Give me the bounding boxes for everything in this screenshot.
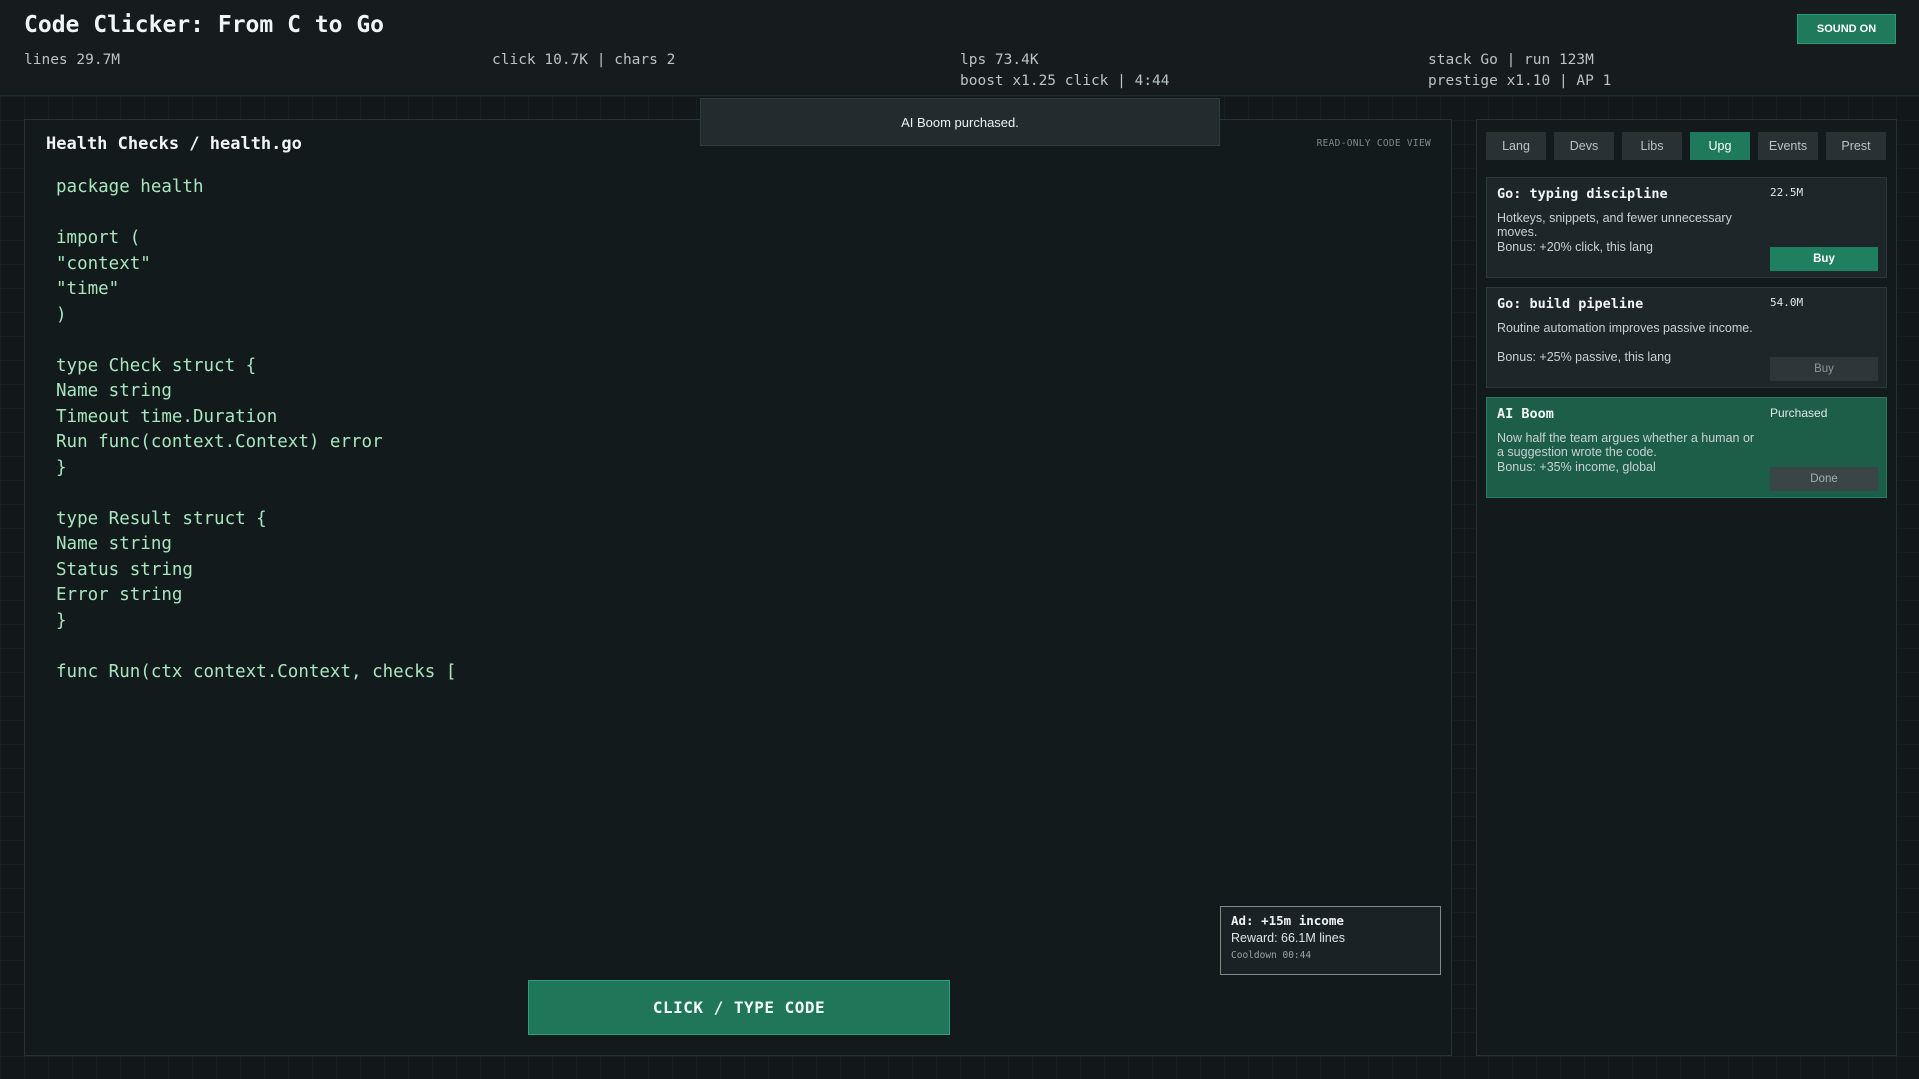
game-title: Code Clicker: From C to Go (24, 12, 385, 38)
code-line: "time" (56, 279, 120, 299)
upgrade-title: Go: typing discipline (1497, 186, 1668, 202)
ad-reward: Reward: 66.1M lines (1231, 931, 1345, 945)
prestige-stat: prestige x1.10 | AP 1 (1428, 73, 1612, 89)
code-line: func Run(ctx context.Context, checks [ (56, 661, 457, 682)
code-line: Name string (56, 534, 172, 554)
lines-stat: lines 29.7M (24, 52, 121, 68)
code-line: Error string (56, 585, 183, 605)
code-line: Name string (56, 381, 172, 401)
code-line: type Check struct { (56, 355, 257, 376)
code-line: type Result struct { (56, 508, 267, 529)
upgrade-card: Go: build pipeline Routine automation imp… (1486, 287, 1887, 388)
readonly-label: READ-ONLY CODE VIEW (1316, 138, 1431, 149)
upgrade-description: Hotkeys, snippets, and fewer unnecessary… (1497, 211, 1732, 239)
upgrade-title: Go: build pipeline (1497, 296, 1644, 312)
code-line: Timeout time.Duration (56, 406, 278, 427)
tab-devs[interactable]: Devs (1554, 132, 1614, 160)
code-line: Run func(context.Context) error (56, 432, 383, 452)
stack-run-stat: stack Go | run 123M (1428, 52, 1594, 68)
upgrade-cost: 22.5M (1770, 186, 1804, 199)
top-bar: Code Clicker: From C to Go lines 29.7M c… (0, 0, 1919, 96)
code-line: package health (56, 177, 204, 197)
lps-stat: lps 73.4K (960, 52, 1039, 68)
code-line: Status string (56, 559, 193, 580)
code-line: "context" (56, 253, 151, 274)
upgrade-title: AI Boom (1497, 406, 1554, 422)
tab-upg[interactable]: Upg (1690, 132, 1750, 160)
code-line: } (56, 610, 67, 631)
tab-libs[interactable]: Libs (1622, 132, 1682, 160)
ad-title: Ad: +15m income (1231, 913, 1344, 928)
code-editor-panel: Health Checks / health.go READ-ONLY CODE… (24, 119, 1452, 1056)
ad-cooldown: Cooldown 00:44 (1231, 950, 1312, 961)
shop-panel: Lang Devs Libs Upg Events Prest Go: typing di… (1476, 119, 1897, 1056)
upgrade-description: Now half the team argues whether a human… (1497, 431, 1755, 459)
upgrade-buy-button[interactable]: Buy (1770, 247, 1878, 271)
upgrade-bonus: Bonus: +35% income, global (1497, 460, 1656, 474)
upgrade-bonus: Bonus: +20% click, this lang (1497, 240, 1653, 254)
click-chars-stat: click 10.7K | chars 2 (492, 52, 676, 68)
upgrade-description: Routine automation improves passive inco… (1497, 321, 1753, 335)
sound-toggle-button[interactable]: SOUND ON (1797, 14, 1896, 44)
tab-events[interactable]: Events (1758, 132, 1818, 160)
code-line: } (56, 457, 67, 478)
code-view: package health import ( "context" "time") ty… (56, 175, 456, 685)
tab-lang[interactable]: Lang (1486, 132, 1546, 160)
file-title: Health Checks / health.go (46, 134, 302, 154)
upgrade-done-button[interactable]: Done (1770, 467, 1878, 491)
code-line: ) (56, 304, 67, 325)
upgrade-cost: Purchased (1770, 406, 1828, 420)
upgrade-cost: 54.0M (1770, 296, 1804, 309)
upgrade-card: AI Boom Now half the team argues whether … (1486, 397, 1887, 498)
upgrade-card: Go: typing discipline Hotkeys, snippets, … (1486, 177, 1887, 278)
tab-prest[interactable]: Prest (1826, 132, 1886, 160)
code-line: import ( (56, 228, 141, 248)
boost-stat: boost x1.25 click | 4:44 (960, 73, 1170, 89)
click-type-code-button[interactable]: CLICK / TYPE CODE (528, 980, 950, 1035)
toast-notification: AI Boom purchased. (700, 98, 1220, 146)
upgrade-bonus: Bonus: +25% passive, this lang (1497, 350, 1672, 364)
ad-offer[interactable]: Ad: +15m income Reward: 66.1M lines Cool… (1220, 906, 1441, 975)
upgrade-buy-button[interactable]: Buy (1770, 357, 1878, 381)
